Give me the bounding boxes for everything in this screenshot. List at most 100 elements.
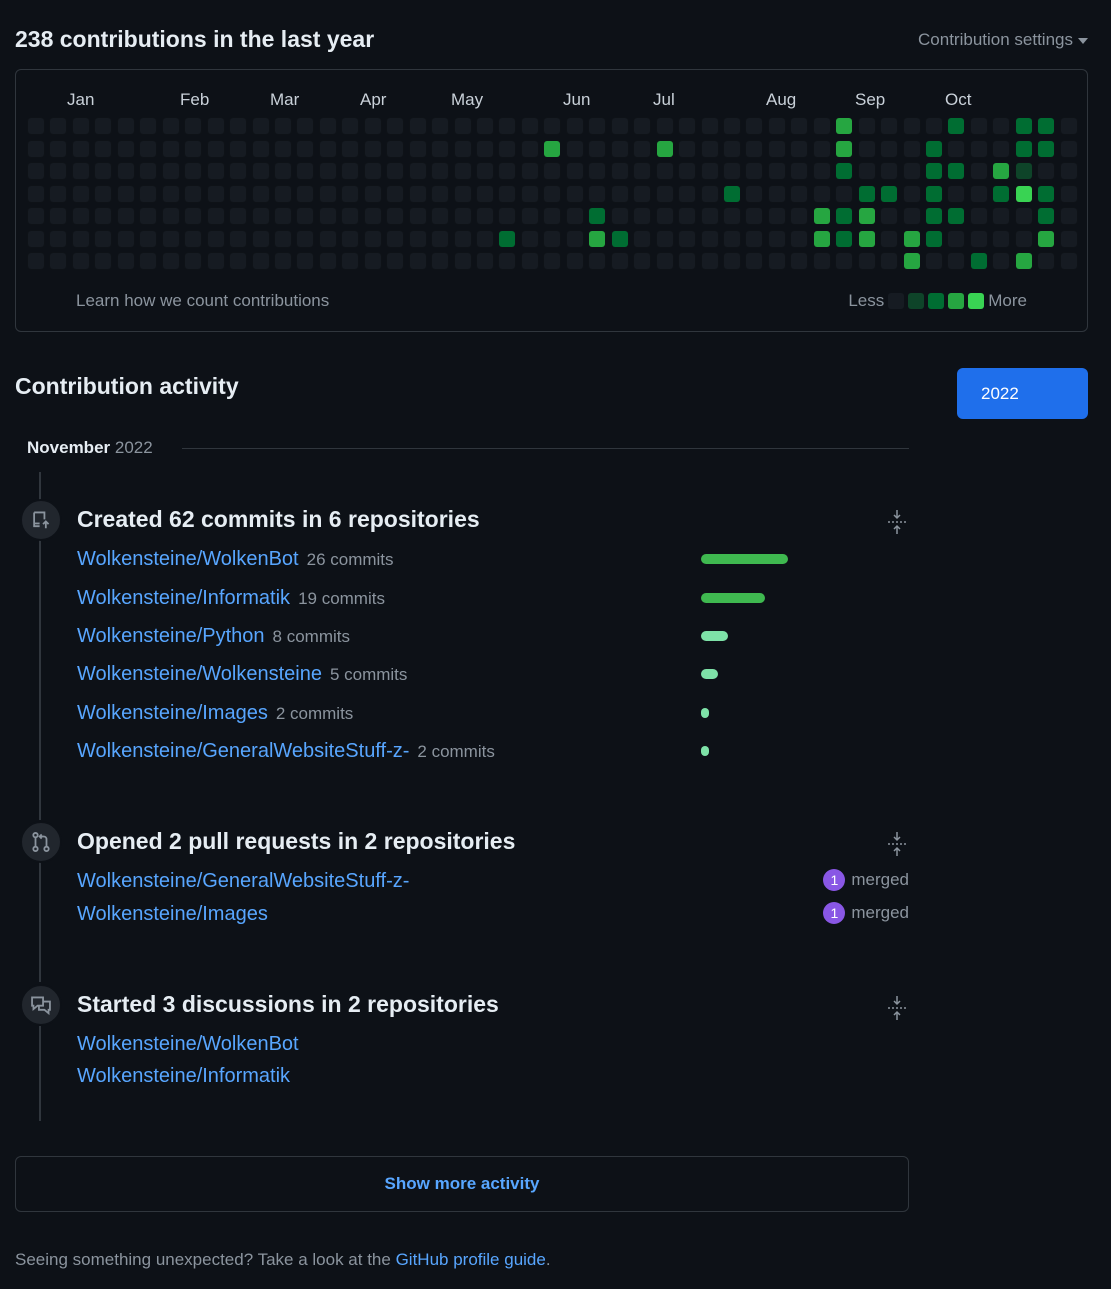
contribution-day-cell[interactable] [813,252,831,270]
contribution-day-cell[interactable] [588,252,606,270]
contribution-day-cell[interactable] [229,230,247,248]
contribution-day-cell[interactable] [880,252,898,270]
contribution-day-cell[interactable] [431,185,449,203]
contribution-day-cell[interactable] [1060,185,1078,203]
contribution-day-cell[interactable] [139,117,157,135]
contribution-day-cell[interactable] [498,140,516,158]
contribution-day-cell[interactable] [925,252,943,270]
contribution-day-cell[interactable] [274,140,292,158]
contribution-day-cell[interactable] [184,140,202,158]
contribution-day-cell[interactable] [207,117,225,135]
contribution-day-cell[interactable] [566,140,584,158]
contribution-day-cell[interactable] [611,185,629,203]
contribution-day-cell[interactable] [454,207,472,225]
show-more-activity-button[interactable]: Show more activity [15,1156,909,1212]
contribution-day-cell[interactable] [925,117,943,135]
contribution-day-cell[interactable] [386,140,404,158]
contribution-day-cell[interactable] [207,140,225,158]
contribution-day-cell[interactable] [543,117,561,135]
contribution-day-cell[interactable] [992,207,1010,225]
contribution-day-cell[interactable] [498,185,516,203]
contribution-day-cell[interactable] [633,162,651,180]
contribution-day-cell[interactable] [184,117,202,135]
contribution-day-cell[interactable] [386,207,404,225]
contribution-day-cell[interactable] [813,162,831,180]
contribution-day-cell[interactable] [970,117,988,135]
contribution-day-cell[interactable] [813,230,831,248]
contribution-day-cell[interactable] [139,252,157,270]
contribution-day-cell[interactable] [1015,117,1033,135]
contribution-day-cell[interactable] [813,185,831,203]
contribution-day-cell[interactable] [835,185,853,203]
contribution-day-cell[interactable] [1060,230,1078,248]
contribution-day-cell[interactable] [566,162,584,180]
contribution-day-cell[interactable] [296,117,314,135]
contribution-day-cell[interactable] [768,162,786,180]
contribution-day-cell[interactable] [880,185,898,203]
contribution-day-cell[interactable] [521,252,539,270]
contribution-day-cell[interactable] [364,117,382,135]
contribution-day-cell[interactable] [521,185,539,203]
fold-icon[interactable] [886,995,908,1021]
contribution-day-cell[interactable] [566,185,584,203]
contribution-day-cell[interactable] [431,140,449,158]
contribution-day-cell[interactable] [27,185,45,203]
contribution-day-cell[interactable] [1015,140,1033,158]
contribution-day-cell[interactable] [992,140,1010,158]
contribution-day-cell[interactable] [117,140,135,158]
contribution-day-cell[interactable] [903,252,921,270]
contribution-day-cell[interactable] [970,207,988,225]
contribution-day-cell[interactable] [633,230,651,248]
contribution-day-cell[interactable] [274,185,292,203]
contribution-day-cell[interactable] [229,252,247,270]
contribution-day-cell[interactable] [341,140,359,158]
contribution-day-cell[interactable] [633,185,651,203]
contribution-day-cell[interactable] [521,117,539,135]
contribution-day-cell[interactable] [162,117,180,135]
contribution-day-cell[interactable] [94,207,112,225]
contribution-day-cell[interactable] [409,207,427,225]
contribution-day-cell[interactable] [925,185,943,203]
contribution-day-cell[interactable] [139,185,157,203]
contribution-day-cell[interactable] [611,252,629,270]
contribution-day-cell[interactable] [656,252,674,270]
contribution-day-cell[interactable] [858,140,876,158]
contribution-day-cell[interactable] [813,140,831,158]
contribution-day-cell[interactable] [992,252,1010,270]
contribution-day-cell[interactable] [364,230,382,248]
contribution-day-cell[interactable] [903,230,921,248]
contribution-day-cell[interactable] [611,230,629,248]
contribution-day-cell[interactable] [678,162,696,180]
contribution-day-cell[interactable] [678,140,696,158]
contribution-day-cell[interactable] [790,185,808,203]
repo-link[interactable]: Wolkensteine/Images [77,903,268,925]
contribution-day-cell[interactable] [162,230,180,248]
contribution-day-cell[interactable] [386,230,404,248]
repo-link[interactable]: Wolkensteine/Python [77,625,265,647]
contribution-day-cell[interactable] [521,230,539,248]
contribution-day-cell[interactable] [835,230,853,248]
contribution-day-cell[interactable] [117,230,135,248]
contribution-day-cell[interactable] [858,207,876,225]
contribution-day-cell[interactable] [701,252,719,270]
contribution-day-cell[interactable] [678,185,696,203]
contribution-day-cell[interactable] [27,230,45,248]
contribution-day-cell[interactable] [633,117,651,135]
contribution-day-cell[interactable] [409,117,427,135]
contribution-day-cell[interactable] [184,207,202,225]
contribution-day-cell[interactable] [498,162,516,180]
contribution-day-cell[interactable] [49,252,67,270]
contribution-day-cell[interactable] [476,252,494,270]
contribution-day-cell[interactable] [341,252,359,270]
contribution-day-cell[interactable] [970,230,988,248]
contribution-day-cell[interactable] [139,162,157,180]
contribution-day-cell[interactable] [117,162,135,180]
contribution-day-cell[interactable] [296,185,314,203]
contribution-day-cell[interactable] [903,162,921,180]
contribution-day-cell[interactable] [588,207,606,225]
contribution-day-cell[interactable] [386,252,404,270]
contribution-day-cell[interactable] [656,117,674,135]
contribution-day-cell[interactable] [633,140,651,158]
contribution-day-cell[interactable] [723,162,741,180]
contribution-day-cell[interactable] [925,140,943,158]
